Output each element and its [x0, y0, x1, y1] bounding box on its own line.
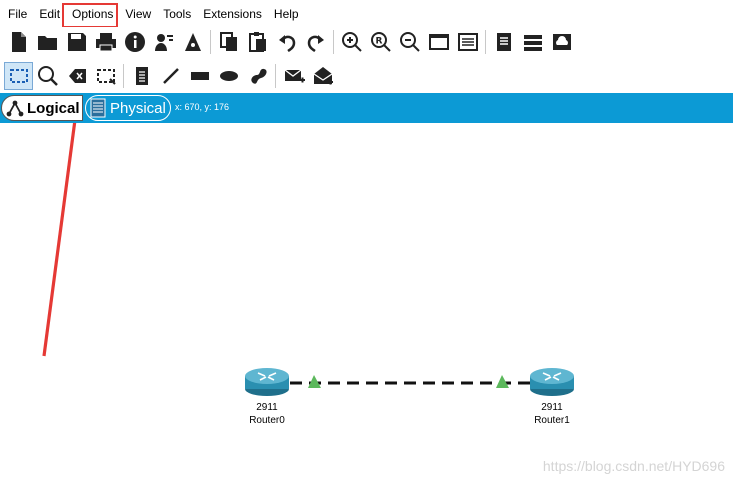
copy-button[interactable] [214, 28, 243, 56]
drawing-toolbar [0, 60, 733, 92]
select-icon [9, 69, 28, 83]
zoom-out-button[interactable] [395, 28, 424, 56]
router0-model: 2911 [256, 402, 278, 413]
undo-button[interactable] [272, 28, 301, 56]
report-icon [496, 33, 511, 51]
router0-icon[interactable] [245, 368, 289, 396]
activity-wizard-icon [184, 33, 201, 51]
toolbar-separator [275, 64, 276, 88]
logical-workspace-canvas[interactable]: 2911 Router0 2911 Router1 https://blog.c… [0, 123, 733, 488]
activity-wizard-button[interactable] [178, 28, 207, 56]
copy-icon [219, 32, 237, 51]
tab-physical[interactable]: Physical [85, 95, 171, 121]
router1-icon[interactable] [530, 368, 574, 396]
inspect-icon [37, 66, 58, 86]
open-button[interactable] [33, 28, 62, 56]
menu-view[interactable]: View [119, 0, 157, 27]
menu-tools[interactable]: Tools [157, 0, 197, 27]
new-file-icon [11, 32, 26, 52]
custom-devices-button[interactable] [453, 28, 482, 56]
drawing-palette-button[interactable] [424, 28, 453, 56]
rectangle-icon [190, 72, 209, 80]
tab-logical[interactable]: Logical [1, 95, 83, 121]
add-complex-pdu-tool[interactable] [308, 62, 337, 90]
router1-name[interactable]: Router1 [522, 415, 582, 426]
add-simple-pdu-icon [284, 69, 305, 83]
workspace-bar: Logical Physical x: 670, y: 176 [0, 93, 733, 123]
resize-icon [96, 69, 116, 85]
router0-name[interactable]: Router0 [237, 415, 297, 426]
network-wizard-button[interactable] [149, 28, 178, 56]
ellipse-tool[interactable] [214, 62, 243, 90]
annotation-highlight-box [62, 3, 119, 28]
cloud-view-button[interactable] [547, 28, 576, 56]
toolbar-separator [210, 30, 211, 54]
ellipse-icon [219, 71, 238, 81]
open-folder-icon [37, 36, 57, 50]
rectangle-tool[interactable] [185, 62, 214, 90]
resize-tool[interactable] [91, 62, 120, 90]
logical-view-icon [6, 100, 24, 117]
note-tool[interactable] [127, 62, 156, 90]
menu-help[interactable]: Help [268, 0, 305, 27]
toolbar-separator [123, 64, 124, 88]
device-list-icon [523, 35, 542, 51]
redo-icon [307, 35, 324, 53]
physical-view-icon [90, 98, 106, 118]
tab-physical-label: Physical [110, 99, 166, 117]
save-button[interactable] [62, 28, 91, 56]
zoom-in-icon [341, 32, 362, 52]
toolbar-separator [485, 30, 486, 54]
paste-icon [248, 32, 266, 52]
print-button[interactable] [91, 28, 120, 56]
add-simple-pdu-tool[interactable] [279, 62, 308, 90]
cursor-coordinates: x: 670, y: 176 [175, 102, 230, 112]
delete-icon [68, 69, 86, 83]
report-button[interactable] [489, 28, 518, 56]
freeform-icon [250, 68, 267, 84]
topology-drawing [42, 123, 574, 396]
line-tool[interactable] [156, 62, 185, 90]
save-icon [67, 33, 86, 51]
info-button[interactable] [120, 28, 149, 56]
add-complex-pdu-icon [313, 67, 333, 85]
redo-button[interactable] [301, 28, 330, 56]
main-toolbar: R [0, 27, 733, 57]
menu-options[interactable]: Options [62, 0, 119, 28]
toolbar-separator [333, 30, 334, 54]
new-file-button[interactable] [4, 28, 33, 56]
router1-model: 2911 [541, 402, 563, 413]
menu-extensions[interactable]: Extensions [197, 0, 268, 27]
watermark: https://blog.csdn.net/HYD696 [542, 458, 725, 474]
note-icon [135, 67, 148, 85]
info-icon [124, 32, 145, 52]
zoom-reset-icon: R [370, 32, 391, 52]
undo-icon [278, 35, 295, 53]
tab-logical-label: Logical [27, 99, 80, 117]
select-tool[interactable] [4, 62, 33, 90]
network-wizard-icon [154, 34, 173, 51]
menu-bar: File Edit Options View Tools Extensions … [0, 0, 733, 28]
inspect-tool[interactable] [33, 62, 62, 90]
menu-file[interactable]: File [0, 0, 33, 27]
zoom-in-button[interactable] [337, 28, 366, 56]
zoom-out-icon [399, 32, 420, 52]
custom-devices-icon [457, 33, 478, 51]
drawing-palette-icon [428, 34, 449, 50]
paste-button[interactable] [243, 28, 272, 56]
annotation-arrow [42, 123, 77, 357]
line-icon [162, 68, 179, 84]
zoom-reset-button[interactable]: R [366, 28, 395, 56]
device-list-button[interactable] [518, 28, 547, 56]
svg-text:R: R [375, 37, 382, 47]
cloud-view-icon [552, 34, 571, 50]
print-icon [95, 33, 116, 52]
delete-tool[interactable] [62, 62, 91, 90]
freeform-tool[interactable] [243, 62, 272, 90]
